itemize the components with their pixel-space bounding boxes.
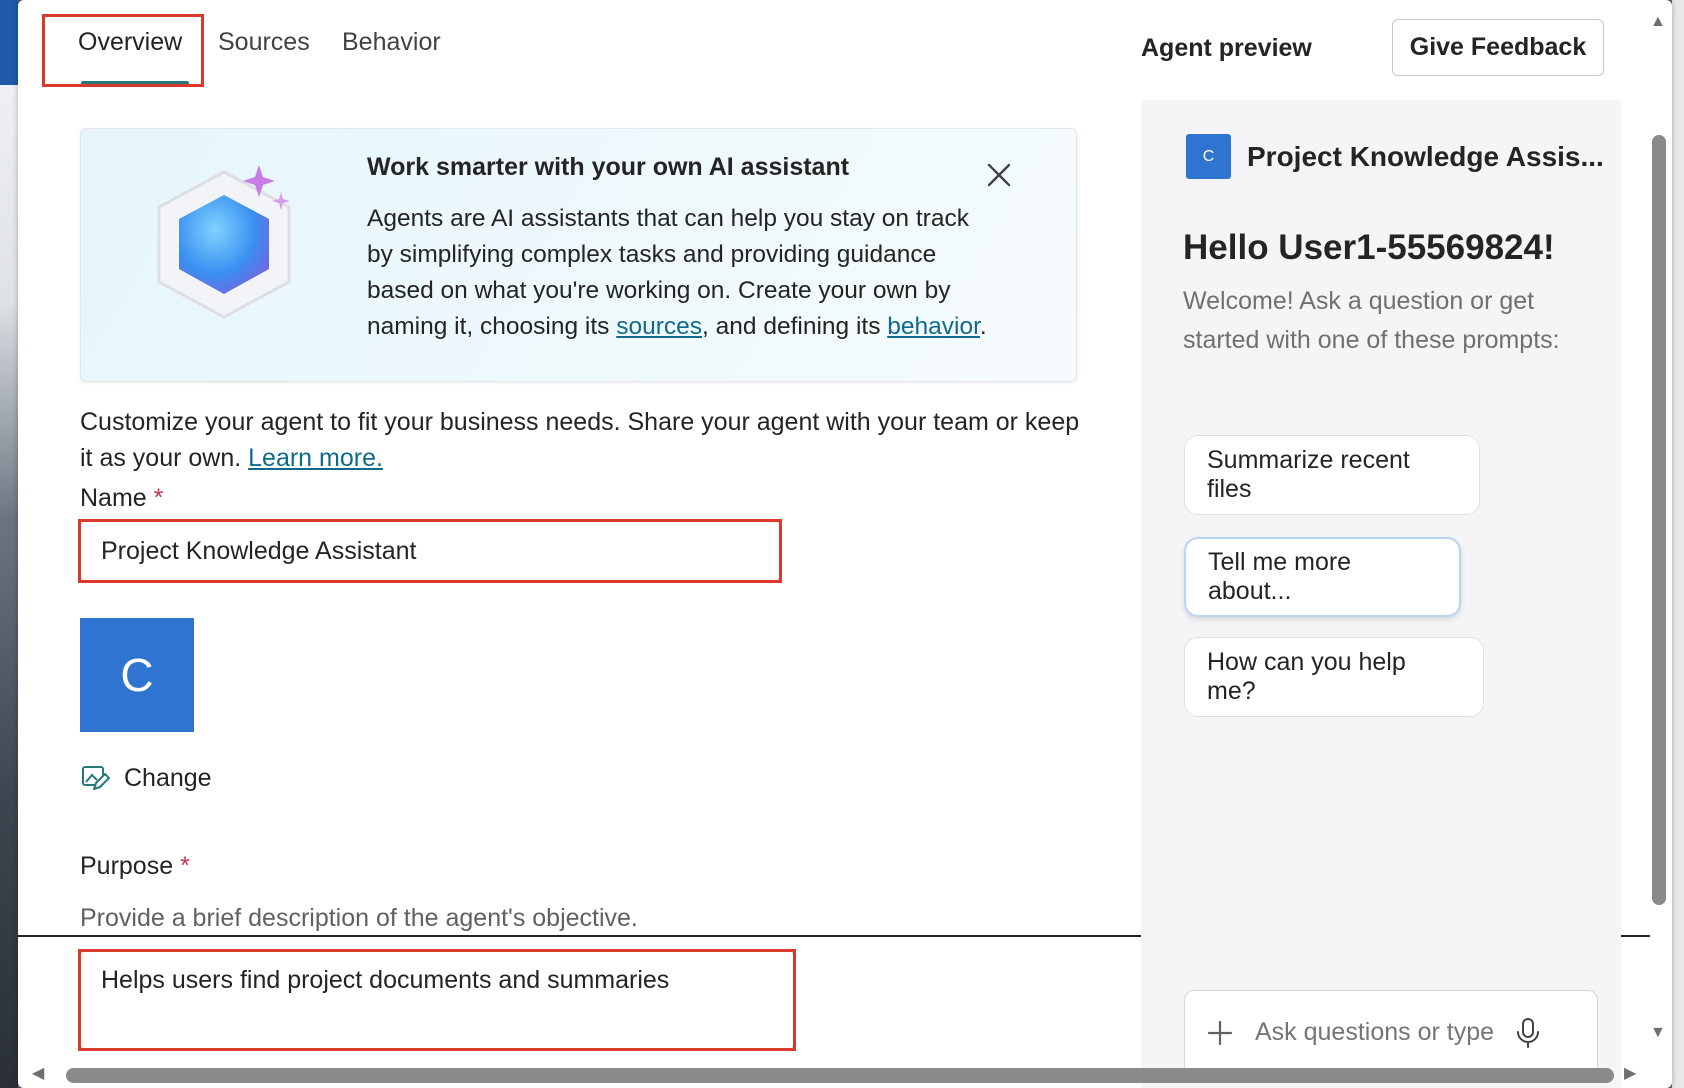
agent-avatar: C [80,618,194,732]
change-label: Change [124,763,212,792]
required-asterisk: * [180,852,190,880]
name-label-text: Name [80,484,147,512]
sources-link[interactable]: sources [616,313,702,340]
edit-image-icon [82,766,110,790]
banner-body-text-2: , and defining its [702,313,888,340]
learn-more-link[interactable]: Learn more. [248,444,383,472]
give-feedback-button[interactable]: Give Feedback [1392,19,1604,76]
preview-agent-header: C Project Knowledge Assis... [1186,134,1604,179]
prompt-chip[interactable]: Summarize recent files [1184,435,1480,515]
horizontal-scroll-thumb[interactable] [66,1068,1614,1083]
prompt-chip[interactable]: Tell me more about... [1184,537,1461,617]
ai-assistant-illustration-icon [157,165,291,319]
behavior-link[interactable]: behavior [887,313,980,340]
greeting-heading: Hello User1-55569824! [1183,228,1555,267]
tab-behavior[interactable]: Behavior [342,28,441,57]
intro-description: Customize your agent to fit your busines… [80,404,1080,476]
agent-preview-title: Agent preview [1141,34,1312,62]
banner-title: Work smarter with your own AI assistant [367,153,850,181]
agent-builder-panel: Overview Sources Behavior Work smarter w… [18,0,1672,1088]
banner-body-end: . [979,313,987,340]
info-banner: Work smarter with your own AI assistant … [80,128,1077,382]
welcome-text: Welcome! Ask a question or get started w… [1183,287,1560,354]
microphone-icon[interactable] [1515,1017,1541,1049]
name-label: Name * [80,484,163,513]
banner-body: Agents are AI assistants that can help y… [367,201,997,345]
close-icon[interactable] [981,157,1017,193]
plus-icon[interactable] [1205,1018,1235,1048]
scroll-right-arrow-icon[interactable]: ▶ [1624,1066,1636,1082]
scroll-up-arrow-icon[interactable]: ▲ [1650,14,1666,30]
prompt-chip[interactable]: How can you help me? [1184,637,1484,717]
overview-tab-highlight [42,14,204,87]
purpose-label-text: Purpose [80,852,174,880]
scroll-down-arrow-icon[interactable]: ▼ [1650,1025,1666,1041]
preview-agent-name: Project Knowledge Assis... [1247,140,1604,172]
scroll-left-arrow-icon[interactable]: ◀ [32,1066,44,1082]
vertical-scroll-thumb[interactable] [1652,135,1666,905]
change-icon-button[interactable]: Change [80,760,212,796]
purpose-label: Purpose * [80,852,190,881]
name-input-highlight [78,519,782,583]
ask-input-box [1184,990,1598,1075]
purpose-input-highlight [78,949,796,1051]
background-left-strip [0,0,18,1088]
background-right-strip [1672,0,1684,1088]
ask-input[interactable] [1253,1017,1497,1048]
intro-text: Customize your agent to fit your busines… [80,408,1080,472]
agent-preview-pane: C Project Knowledge Assis... Hello User1… [1141,100,1621,1088]
purpose-hint: Provide a brief description of the agent… [80,904,638,932]
tab-sources[interactable]: Sources [218,28,310,57]
agent-icon: C [1186,134,1231,179]
required-asterisk: * [153,484,164,512]
